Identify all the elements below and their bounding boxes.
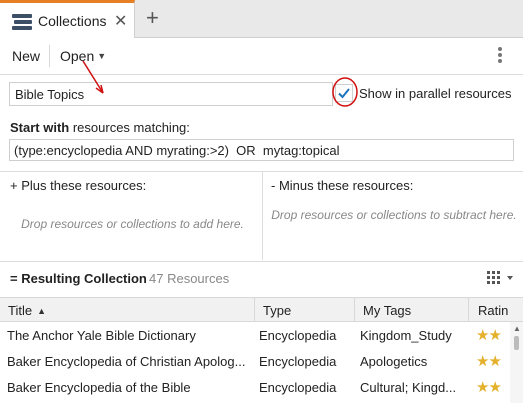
tab-label: Collections [38,13,107,29]
column-header-rating[interactable]: Ratin [478,303,508,318]
column-header-tags[interactable]: My Tags [363,303,411,318]
resulting-collection-label: = Resulting Collection [10,271,147,286]
open-menu-button[interactable]: Open ▼ [60,48,106,64]
column-resize-handle[interactable] [354,298,355,322]
collections-icon [12,14,32,30]
table-row[interactable]: Baker Encyclopedia of Christian Apolog..… [0,348,509,374]
resource-count: 47 Resources [149,271,230,286]
table-row[interactable]: Baker Encyclopedia of the Bible Encyclop… [0,374,509,400]
star-rating-icon[interactable]: ★★ [476,326,501,344]
minus-drop-zone[interactable]: Drop resources or collections to subtrac… [270,207,518,223]
collection-name-input[interactable] [9,82,333,106]
parallel-resources-label: Show in parallel resources [359,86,512,101]
parallel-resources-checkbox[interactable] [335,84,353,102]
start-with-label: Start with resources matching: [10,120,190,135]
column-resize-handle[interactable] [468,298,469,322]
plus-drop-zone[interactable]: Drop resources or collections to add her… [10,216,255,232]
cell-title: The Anchor Yale Bible Dictionary [7,328,196,343]
tab-collections[interactable]: Collections ✕ [0,0,135,38]
more-options-icon[interactable] [497,47,503,67]
add-tab-icon[interactable]: + [146,5,159,31]
toolbar: New Open ▼ [0,38,523,74]
column-header-type[interactable]: Type [263,303,291,318]
cell-tags: Cultural; Kingd... [360,380,457,395]
star-rating-icon[interactable]: ★★ [476,378,501,396]
section-divider [0,261,523,262]
cell-tags: Kingdom_Study [360,328,452,343]
query-input[interactable] [9,139,514,161]
grid-header: Title ▲ Type My Tags Ratin [0,297,523,322]
plus-resources-label: + Plus these resources: [10,178,147,193]
tab-bar: Collections ✕ + [0,0,523,38]
cell-type: Encyclopedia [259,328,337,343]
column-resize-handle[interactable] [254,298,255,322]
cell-type: Encyclopedia [259,354,337,369]
cell-tags: Apologetics [360,354,428,369]
new-button[interactable]: New [12,48,40,64]
table-row[interactable]: The Anchor Yale Bible Dictionary Encyclo… [0,322,509,348]
close-icon[interactable]: ✕ [114,11,127,31]
toolbar-divider [49,45,50,67]
scroll-up-icon[interactable]: ▲ [513,324,521,333]
column-header-title[interactable]: Title ▲ [8,303,46,318]
scroll-thumb[interactable] [514,336,519,350]
star-rating-icon[interactable]: ★★ [476,352,501,370]
sort-ascending-icon: ▲ [37,306,46,316]
toolbar-divider-line [0,74,523,75]
chevron-down-icon: ▼ [97,51,107,61]
plus-minus-divider [262,172,263,260]
cell-title: Baker Encyclopedia of Christian Apolog..… [7,354,246,369]
open-label: Open [60,48,95,64]
grid-view-icon[interactable] [486,269,516,287]
vertical-scrollbar[interactable]: ▲ [510,322,523,403]
cell-title: Baker Encyclopedia of the Bible [7,380,191,395]
minus-resources-label: - Minus these resources: [271,178,414,193]
cell-type: Encyclopedia [259,380,337,395]
